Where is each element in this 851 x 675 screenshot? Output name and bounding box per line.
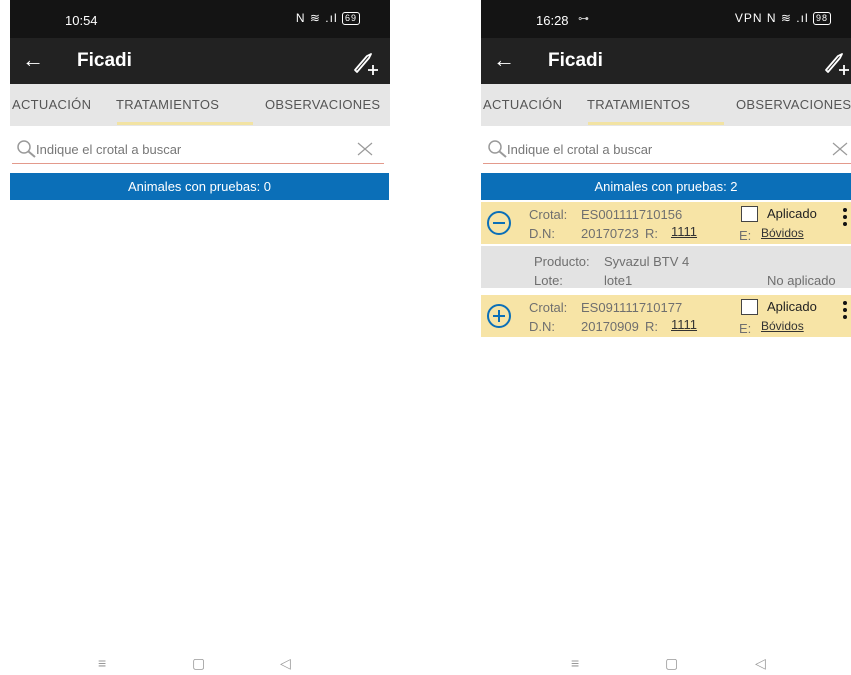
dn-value: 20170723 [581,226,639,241]
animal-row[interactable]: Crotal: ES001111710156 D.N: 20170723 R: … [481,202,851,244]
app-title: Ficadi [548,50,603,71]
application-status: No aplicado [767,273,836,288]
e-value[interactable]: Bóvidos [761,226,804,240]
e-label: E: [739,321,752,336]
signal-icons: VPN N ≋ .ıl [734,11,809,25]
add-treatment-icon[interactable] [823,48,851,76]
home-nav-icon[interactable]: ▢ [192,655,205,672]
back-nav-icon[interactable]: ◁ [280,655,291,672]
right-screen: 16:28 ⊶ VPN N ≋ .ıl 98 ← Ficadi ACTUACIÓ… [481,0,851,675]
r-label: R: [645,319,658,334]
app-bar: ← Ficadi [481,38,851,84]
system-nav-bar: ≡ ▢ ◁ [481,655,851,675]
aplicado-label: Aplicado [767,206,817,221]
r-label: R: [645,226,658,241]
app-title: Ficadi [77,50,132,71]
dn-label: D.N: [529,319,555,334]
status-bar: 10:54 N ≋ .ıl 69 [10,0,390,38]
status-icons: VPN N ≋ .ıl 98 [734,11,831,26]
collapse-icon[interactable] [487,211,511,235]
back-nav-icon[interactable]: ◁ [755,655,766,672]
aplicado-checkbox[interactable] [741,299,758,315]
menu-nav-icon[interactable]: ≡ [98,655,106,671]
animals-count-banner: Animales con pruebas: 0 [10,173,389,200]
tab-bar: ACTUACIÓN TRATAMIENTOS OBSERVACIONES [481,84,851,126]
lote-value: lote1 [604,273,633,288]
status-time: 10:54 [65,13,98,28]
search-icon [17,140,36,158]
more-options-icon[interactable] [843,301,848,321]
left-screen: 10:54 N ≋ .ıl 69 ← Ficadi ACTUACIÓN TRAT… [10,0,390,675]
crotal-value: ES091111710177 [581,300,683,315]
search-placeholder: Indique el crotal a buscar [36,142,182,157]
e-value[interactable]: Bóvidos [761,319,804,333]
crotal-label: Crotal: [529,207,568,222]
tab-actuacion[interactable]: ACTUACIÓN [483,97,562,112]
search-placeholder: Indique el crotal a buscar [507,142,653,157]
search-field[interactable]: Indique el crotal a buscar [483,134,851,164]
system-nav-bar: ≡ ▢ ◁ [10,655,390,675]
tab-tratamientos[interactable]: TRATAMIENTOS [116,97,219,112]
search-icon [488,140,507,158]
tab-actuacion[interactable]: ACTUACIÓN [12,97,91,112]
back-arrow-icon[interactable]: ← [493,47,515,73]
status-icons: N ≋ .ıl 69 [295,11,360,26]
status-time: 16:28 [536,13,569,28]
expand-icon[interactable] [487,304,511,328]
tab-tratamientos[interactable]: TRATAMIENTOS [587,97,690,112]
tab-observaciones[interactable]: OBSERVACIONES [736,97,851,112]
more-options-icon[interactable] [843,208,848,228]
back-arrow-icon[interactable]: ← [22,47,44,73]
crotal-label: Crotal: [529,300,568,315]
search-field[interactable]: Indique el crotal a buscar [12,134,384,164]
menu-nav-icon[interactable]: ≡ [571,655,579,671]
battery-icon: 69 [341,12,360,26]
signal-icons: N ≋ .ıl [295,11,338,25]
treatment-detail: Producto: Syvazul BTV 4 Lote: lote1 No a… [481,246,851,288]
aplicado-checkbox[interactable] [741,206,758,222]
tab-indicator [117,122,253,125]
crotal-value: ES001111710156 [581,207,683,222]
aplicado-label: Aplicado [767,299,817,314]
animals-count-banner: Animales con pruebas: 2 [481,173,851,200]
producto-label: Producto: [534,254,590,269]
key-icon: ⊶ [578,13,589,25]
dn-value: 20170909 [581,319,639,334]
home-nav-icon[interactable]: ▢ [665,655,678,672]
r-value[interactable]: 1111 [671,317,697,332]
add-treatment-icon[interactable] [352,48,382,76]
tab-indicator [588,122,724,125]
tab-observaciones[interactable]: OBSERVACIONES [265,97,380,112]
status-bar: 16:28 ⊶ VPN N ≋ .ıl 98 [481,0,851,38]
clear-icon[interactable] [831,140,849,158]
animal-row[interactable]: Crotal: ES091111710177 D.N: 20170909 R: … [481,295,851,337]
dn-label: D.N: [529,226,555,241]
clear-icon[interactable] [356,140,374,158]
app-bar: ← Ficadi [10,38,390,84]
r-value[interactable]: 1111 [671,224,697,239]
producto-value: Syvazul BTV 4 [604,254,690,269]
e-label: E: [739,228,752,243]
tab-bar: ACTUACIÓN TRATAMIENTOS OBSERVACIONES [10,84,390,126]
battery-icon: 98 [812,12,831,26]
lote-label: Lote: [534,273,563,288]
